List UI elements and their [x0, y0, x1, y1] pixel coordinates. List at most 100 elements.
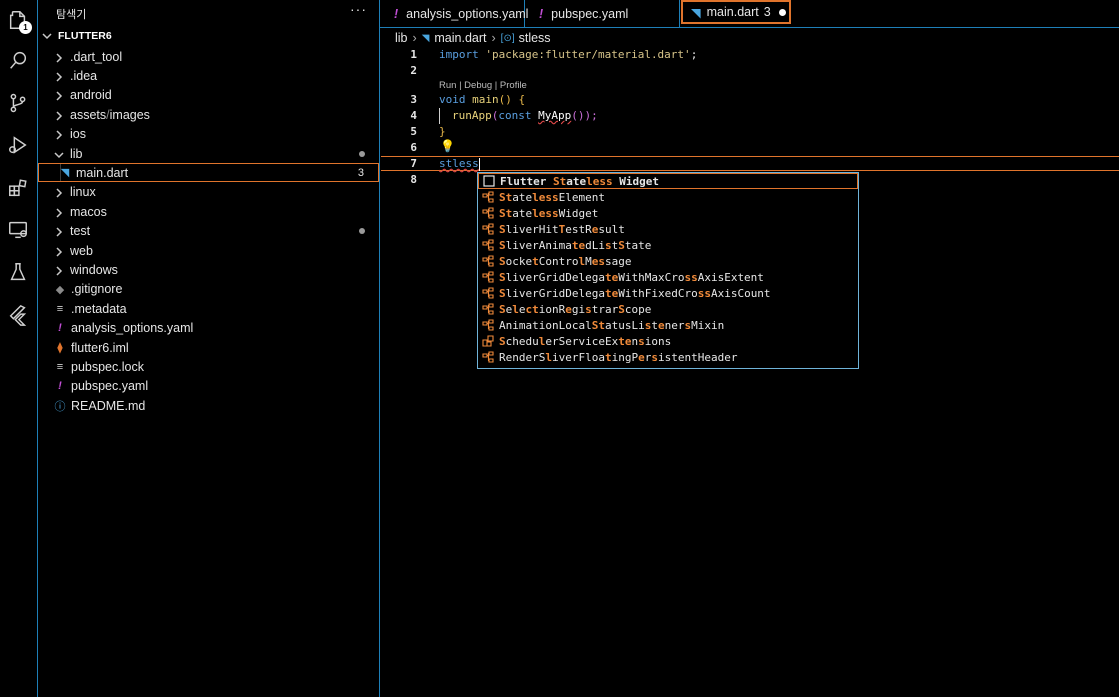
- lightbulb-icon[interactable]: 💡: [440, 139, 455, 153]
- tree-file[interactable]: ≡ pubspec.lock: [38, 357, 379, 376]
- class-name-error: MyApp: [538, 109, 572, 122]
- variable-icon: [⊙]: [500, 32, 515, 44]
- suggestion-item[interactable]: SliverGridDelegateWithMaxCrossAxisExtent: [478, 269, 858, 285]
- class-icon: [482, 287, 494, 299]
- suggestion-item[interactable]: SocketControlMessage: [478, 253, 858, 269]
- dart-icon: ◥: [691, 5, 701, 20]
- suggestion-label: SliverHitTestResult: [499, 222, 625, 236]
- tree-item-label: .metadata: [71, 301, 127, 316]
- class-icon: [482, 191, 494, 203]
- tree-file[interactable]: ⓘ README.md: [38, 396, 379, 415]
- tree-file[interactable]: ! analysis_options.yaml: [38, 319, 379, 338]
- chevron-right-icon: [54, 90, 64, 101]
- remote-explorer-icon[interactable]: [6, 218, 30, 242]
- line-number: 6: [410, 141, 417, 154]
- tree-item-label: assets: [70, 107, 107, 122]
- code-line-1: import 'package:flutter/material.dart';: [439, 48, 697, 61]
- tree-file[interactable]: ◆ .gitignore: [38, 280, 379, 299]
- line-number: 2: [410, 64, 417, 77]
- tree-folder[interactable]: macos: [38, 202, 379, 221]
- tree-item-label: windows: [70, 262, 118, 277]
- suggestion-label: SliverGridDelegateWithFixedCrossAxisCoun…: [499, 286, 771, 300]
- dart-icon: ◥: [60, 167, 70, 180]
- tree-file[interactable]: ! pubspec.yaml: [38, 377, 379, 396]
- tree-file[interactable]: ◥ main.dart 3: [38, 163, 379, 183]
- tree-item-label: analysis_options.yaml: [71, 321, 194, 336]
- tree-item-label: ios: [70, 127, 86, 142]
- string-literal: 'package:flutter/material.dart': [485, 48, 691, 61]
- codelens[interactable]: Run | Debug | Profile: [439, 80, 527, 91]
- suggestion-item[interactable]: SliverAnimatedListState: [478, 237, 858, 253]
- editor-tabs: ! analysis_options.yaml ! pubspec.yaml ◥…: [380, 0, 1119, 28]
- tree-item-label: lib: [70, 146, 83, 161]
- breadcrumb-symbol[interactable]: stless: [519, 31, 551, 45]
- keyword: import: [439, 48, 479, 61]
- tree-folder[interactable]: .idea: [38, 66, 379, 85]
- suggestion-label: SliverGridDelegateWithMaxCrossAxisExtent: [499, 270, 764, 284]
- chevron-right-icon: ›: [491, 31, 496, 45]
- extension-icon: [482, 335, 494, 347]
- search-icon[interactable]: [6, 48, 30, 72]
- suggestion-label: StatelessWidget: [499, 206, 599, 220]
- suggestion-item[interactable]: SliverGridDelegateWithFixedCrossAxisCoun…: [478, 285, 858, 301]
- suggestion-item[interactable]: Flutter Stateless Widget: [478, 173, 858, 189]
- tree-item-label: web: [70, 243, 93, 258]
- tree-folder[interactable]: web: [38, 241, 379, 260]
- suggestion-item[interactable]: RenderSliverFloatingPersistentHeader: [478, 349, 858, 365]
- suggestion-item[interactable]: StatelessWidget: [478, 205, 858, 221]
- code-editor[interactable]: 1 2 3 4 5 6 7 8 import 'package:flutter/…: [381, 46, 1119, 697]
- workspace-root[interactable]: FLUTTER6: [42, 30, 112, 42]
- suggestion-label: Flutter Stateless Widget: [500, 174, 659, 188]
- suggestion-label: SelectionRegistrarScope: [499, 302, 652, 316]
- unsaved-dot-icon[interactable]: [778, 8, 786, 16]
- tree-folder[interactable]: ios: [38, 125, 379, 144]
- tab-problem-count: 3: [763, 5, 771, 19]
- breadcrumb-file[interactable]: main.dart: [434, 31, 486, 45]
- explorer-icon[interactable]: 1: [6, 8, 32, 34]
- tree-folder[interactable]: windows: [38, 260, 379, 279]
- chevron-right-icon: [54, 246, 64, 257]
- suggestion-item[interactable]: AnimationLocalStatusListenersMixin: [478, 317, 858, 333]
- tree-item-label: .dart_tool: [70, 49, 123, 64]
- tree-file[interactable]: ⧫ flutter6.iml: [38, 338, 379, 357]
- tree-item-label: macos: [70, 204, 107, 219]
- suggestion-item[interactable]: SliverHitTestResult: [478, 221, 858, 237]
- file-lines-icon: ≡: [56, 302, 64, 315]
- tab-pubspec[interactable]: ! pubspec.yaml: [525, 0, 680, 27]
- modified-dot-icon: [359, 228, 365, 235]
- suggestion-item[interactable]: StatelessElement: [478, 189, 858, 205]
- keyword: const: [498, 109, 532, 122]
- tree-file[interactable]: ≡ .metadata: [38, 299, 379, 318]
- tree-folder[interactable]: test: [38, 222, 379, 241]
- explorer-title: 탐색기: [56, 9, 87, 21]
- dart-icon: ◥: [421, 32, 430, 44]
- suggestion-item[interactable]: SelectionRegistrarScope: [478, 301, 858, 317]
- source-control-icon[interactable]: [6, 91, 30, 115]
- punctuation: ());: [571, 109, 598, 122]
- breadcrumb-folder[interactable]: lib: [395, 31, 408, 45]
- run-debug-icon[interactable]: [6, 133, 30, 157]
- more-actions-button[interactable]: ···: [350, 1, 367, 17]
- chevron-right-icon: [54, 71, 64, 82]
- testing-icon[interactable]: [6, 260, 30, 284]
- flutter-icon[interactable]: [6, 303, 30, 327]
- git-icon: ◆: [55, 283, 65, 296]
- tree-folder[interactable]: .dart_tool: [38, 47, 379, 66]
- keyword: void: [439, 93, 466, 106]
- tree-folder[interactable]: android: [38, 86, 379, 105]
- indent-guide: [439, 108, 440, 124]
- tree-folder[interactable]: lib: [38, 144, 379, 163]
- suggestion-widget: Flutter Stateless Widget StatelessElement…: [477, 172, 859, 369]
- line-number: 7: [410, 157, 417, 170]
- class-icon: [482, 319, 494, 331]
- tab-analysis-options[interactable]: ! analysis_options.yaml: [380, 0, 528, 27]
- line-number: 8: [410, 173, 417, 186]
- tree-item-label: README.md: [71, 398, 146, 413]
- suggestion-item[interactable]: SchedulerServiceExtensions: [478, 333, 858, 349]
- extensions-icon[interactable]: [6, 176, 30, 200]
- tab-main-dart[interactable]: ◥ main.dart 3: [681, 0, 791, 24]
- tree-folder[interactable]: assets / images: [38, 105, 379, 124]
- tree-folder[interactable]: linux: [38, 183, 379, 202]
- tree-item-label: pubspec.yaml: [71, 379, 149, 394]
- current-line-highlight: [381, 156, 1119, 171]
